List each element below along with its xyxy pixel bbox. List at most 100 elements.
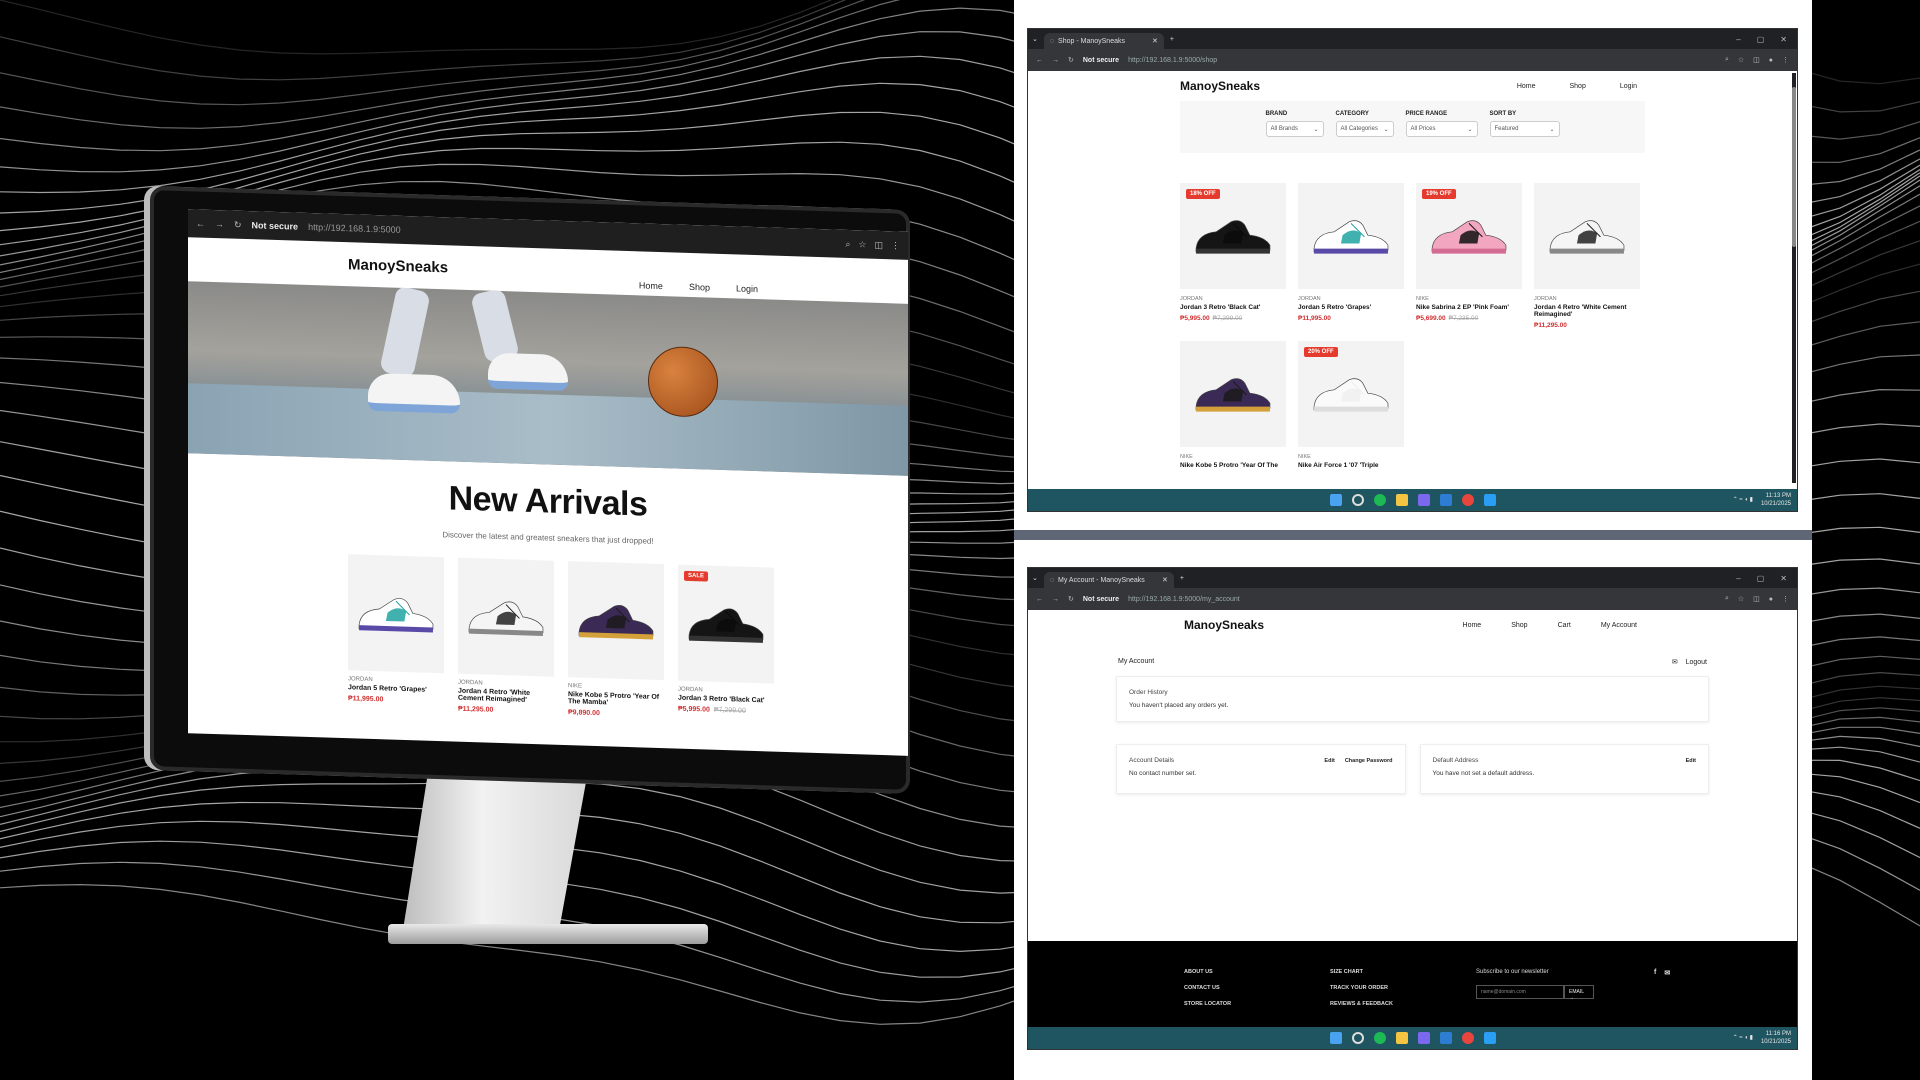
footer-link[interactable]: SIZE CHART	[1330, 969, 1416, 975]
wifi-icon[interactable]: ⌃ ≈ ◖ ▮	[1733, 1034, 1753, 1042]
spotify-icon[interactable]	[1373, 494, 1386, 506]
product-card[interactable]: 20% OFF NIKE Nike Air Force 1 '07 'Tripl…	[1298, 341, 1404, 469]
start-icon[interactable]	[1329, 1032, 1342, 1044]
wifi-icon[interactable]: ⌃ ≈ ◖ ▮	[1733, 496, 1753, 504]
product-image[interactable]: 19% OFF	[1416, 183, 1522, 289]
app-icon[interactable]	[1483, 494, 1496, 506]
star-icon[interactable]: ☆	[1738, 595, 1744, 603]
nav-cart[interactable]: Cart	[1558, 622, 1571, 629]
product-name[interactable]: Nike Sabrina 2 EP 'Pink Foam'	[1416, 304, 1522, 311]
footer-link[interactable]: STORE LOCATOR	[1184, 1001, 1270, 1007]
close-tab-icon[interactable]: ✕	[1152, 37, 1158, 45]
menu-icon[interactable]: ⋮	[1782, 56, 1789, 64]
product-image[interactable]	[458, 557, 554, 677]
maximize-icon[interactable]: ▢	[1757, 35, 1765, 44]
minimize-icon[interactable]: –	[1736, 35, 1740, 44]
close-window-icon[interactable]: ✕	[1780, 574, 1787, 583]
reload-icon[interactable]: ↻	[1068, 595, 1074, 603]
nav-home[interactable]: Home	[639, 280, 663, 291]
minimize-icon[interactable]: –	[1736, 574, 1740, 583]
product-image[interactable]	[348, 554, 444, 674]
product-image[interactable]: 20% OFF	[1298, 341, 1404, 447]
start-icon[interactable]	[1329, 494, 1342, 506]
edit-button[interactable]: Edit	[1686, 758, 1696, 764]
product-card[interactable]: NIKE Nike Kobe 5 Protro 'Year Of The	[1180, 341, 1286, 469]
scrollbar-thumb[interactable]	[1792, 87, 1796, 247]
nav-my-account[interactable]: My Account	[1601, 622, 1637, 629]
edit-button[interactable]: Edit	[1324, 758, 1334, 764]
reload-icon[interactable]: ↻	[1068, 56, 1074, 64]
brand-select[interactable]: All Brands ⌄	[1265, 121, 1324, 137]
product-image[interactable]: SALE	[678, 564, 774, 684]
product-name[interactable]: Jordan 3 Retro 'Black Cat'	[678, 695, 774, 705]
scrollbar[interactable]	[1792, 73, 1796, 483]
app-icon[interactable]	[1417, 494, 1430, 506]
forward-icon[interactable]: →	[215, 219, 224, 229]
chrome-icon[interactable]	[1461, 1032, 1474, 1044]
chrome-icon[interactable]	[1461, 494, 1474, 506]
product-image[interactable]: 18% OFF	[1180, 183, 1286, 289]
menu-icon[interactable]: ⋮	[1782, 595, 1789, 603]
footer-link[interactable]: CONTACT US	[1184, 985, 1270, 991]
site-logo[interactable]: ManoySneaks	[348, 256, 448, 276]
email-field[interactable]: name@domain.com	[1476, 985, 1564, 999]
zoom-icon[interactable]: ⌕	[1725, 56, 1729, 64]
product-name[interactable]: Jordan 4 Retro 'White Cement Reimagined'	[1534, 304, 1640, 318]
product-name[interactable]: Nike Air Force 1 '07 'Triple	[1298, 462, 1404, 469]
product-name[interactable]: Jordan 4 Retro 'White Cement Reimagined'	[458, 688, 554, 705]
star-icon[interactable]: ☆	[858, 239, 866, 250]
reload-icon[interactable]: ↻	[234, 219, 242, 230]
product-image[interactable]	[1298, 183, 1404, 289]
back-icon[interactable]: ←	[196, 218, 205, 228]
change-password-button[interactable]: Change Password	[1345, 758, 1393, 764]
product-image[interactable]	[1534, 183, 1640, 289]
tab-my-account[interactable]: ◌ My Account - ManoySneaks ✕	[1043, 572, 1174, 588]
product-card[interactable]: JORDAN Jordan 5 Retro 'Grapes' ₱11,995.0…	[348, 554, 444, 712]
star-icon[interactable]: ☆	[1738, 56, 1744, 64]
close-tab-icon[interactable]: ✕	[1162, 576, 1168, 584]
extensions-icon[interactable]: ◫	[1753, 595, 1760, 603]
security-label[interactable]: Not secure	[1083, 57, 1119, 64]
search-icon[interactable]	[1351, 494, 1364, 506]
product-card[interactable]: NIKE Nike Kobe 5 Protro 'Year Of The Mam…	[568, 561, 664, 719]
vscode-icon[interactable]	[1439, 1032, 1452, 1044]
product-name[interactable]: Nike Kobe 5 Protro 'Year Of The Mamba'	[568, 691, 664, 708]
mail-icon[interactable]: ✉	[1664, 969, 1670, 1027]
nav-login[interactable]: Login	[736, 283, 758, 294]
clock-time[interactable]: 11:13 PM	[1766, 493, 1791, 499]
system-tray[interactable]: ⌃ ≈ ◖ ▮ 11:16 PM 10/21/2025	[1733, 1030, 1791, 1046]
search-icon[interactable]	[1351, 1032, 1364, 1044]
footer-link[interactable]: REVIEWS & FEEDBACK	[1330, 1001, 1416, 1007]
vscode-icon[interactable]	[1439, 494, 1452, 506]
footer-link[interactable]: TRACK YOUR ORDER	[1330, 985, 1416, 991]
sort-by-select[interactable]: Featured ⌄	[1489, 121, 1560, 137]
file-explorer-icon[interactable]	[1395, 494, 1408, 506]
tab-search-icon[interactable]: ⌄	[1032, 574, 1038, 582]
security-label[interactable]: Not secure	[252, 220, 299, 231]
category-select[interactable]: All Categories ⌄	[1335, 121, 1394, 137]
clock-date[interactable]: 10/21/2025	[1761, 1039, 1791, 1045]
product-card[interactable]: JORDAN Jordan 4 Retro 'White Cement Reim…	[1534, 183, 1640, 329]
clock-date[interactable]: 10/21/2025	[1761, 501, 1791, 507]
new-tab-icon[interactable]: +	[1180, 575, 1184, 582]
app-icon[interactable]	[1483, 1032, 1496, 1044]
close-window-icon[interactable]: ✕	[1780, 35, 1787, 44]
address-bar[interactable]: http://192.168.1.9:5000/shop	[1128, 57, 1217, 64]
zoom-icon[interactable]: ⌕	[845, 238, 850, 249]
system-tray[interactable]: ⌃ ≈ ◖ ▮ 11:13 PM 10/21/2025	[1733, 492, 1791, 508]
product-name[interactable]: Nike Kobe 5 Protro 'Year Of The	[1180, 462, 1286, 469]
zoom-icon[interactable]: ⌕	[1725, 595, 1729, 603]
product-name[interactable]: Jordan 5 Retro 'Grapes'	[1298, 304, 1404, 311]
nav-home[interactable]: Home	[1517, 83, 1536, 90]
app-icon[interactable]	[1417, 1032, 1430, 1044]
extensions-icon[interactable]: ◫	[874, 239, 883, 250]
facebook-icon[interactable]: f	[1654, 969, 1656, 1027]
profile-icon[interactable]: ●	[1769, 56, 1773, 64]
clock-time[interactable]: 11:16 PM	[1766, 1031, 1791, 1037]
nav-shop[interactable]: Shop	[689, 282, 710, 293]
email-button[interactable]: EMAIL →	[1564, 985, 1594, 1001]
product-image[interactable]	[568, 561, 664, 681]
back-icon[interactable]: ←	[1036, 57, 1043, 64]
new-tab-icon[interactable]: +	[1170, 36, 1174, 43]
product-card[interactable]: 18% OFF JORDAN Jordan 3 Retro 'Black Cat…	[1180, 183, 1286, 329]
